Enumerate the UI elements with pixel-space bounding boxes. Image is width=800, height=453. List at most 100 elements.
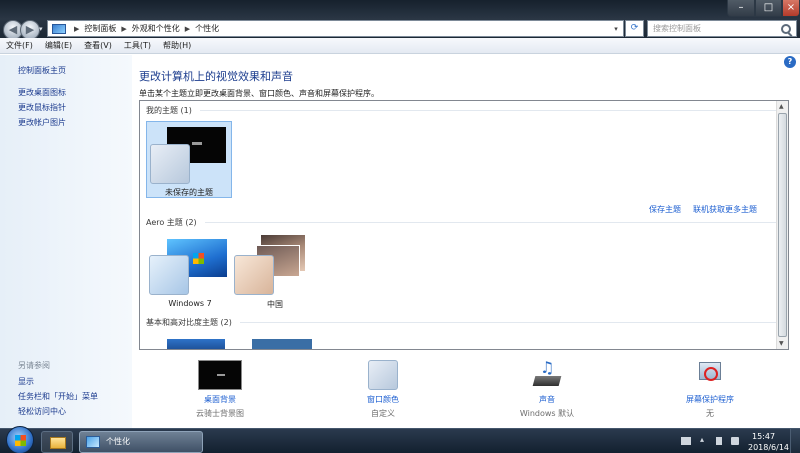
start-button[interactable] <box>6 426 34 453</box>
theme-color-swatch <box>234 255 274 295</box>
windows-logo-icon <box>193 253 204 264</box>
theme-list-scrollbar[interactable]: ▲ ▼ <box>776 101 788 349</box>
window-color-value: 自定义 <box>371 409 395 418</box>
see-also-heading: 另请参阅 <box>18 361 50 370</box>
window-color-item[interactable]: 窗口颜色 自定义 <box>323 360 443 419</box>
close-button[interactable]: × <box>782 0 800 17</box>
sidebar-link-ease-of-access[interactable]: 轻松访问中心 <box>18 406 66 417</box>
theme-tile-china[interactable]: 中国 <box>231 233 319 313</box>
breadcrumb-control-panel[interactable]: 控制面板 <box>84 23 116 34</box>
window-color-link[interactable]: 窗口颜色 <box>323 394 443 405</box>
sidebar-link-control-panel-home[interactable]: 控制面板主页 <box>18 65 66 76</box>
menu-bar: 文件(F) 编辑(E) 查看(V) 工具(T) 帮助(H) <box>0 38 800 54</box>
theme-tile-unsaved[interactable]: 未保存的主题 <box>146 121 232 198</box>
control-panel-icon <box>52 23 66 34</box>
screensaver-value: 无 <box>706 409 714 418</box>
theme-tile-windows7[interactable]: Windows 7 <box>146 233 234 313</box>
network-icon[interactable] <box>681 437 691 445</box>
sidebar-link-taskbar-start[interactable]: 任务栏和「开始」菜单 <box>18 391 98 402</box>
action-center-flag-icon[interactable] <box>716 437 722 445</box>
desktop-background-item[interactable]: 桌面背景 云骑士背景图 <box>160 360 280 419</box>
menu-view[interactable]: 查看(V) <box>78 40 118 51</box>
sidebar-link-account-picture[interactable]: 更改帐户图片 <box>18 117 66 128</box>
breadcrumb-separator-icon: ▶ <box>121 24 127 33</box>
scroll-up-icon[interactable]: ▲ <box>779 103 784 110</box>
sidebar: 控制面板主页 更改桌面图标 更改鼠标指针 更改帐户图片 另请参阅 显示 任务栏和… <box>0 55 132 428</box>
help-icon[interactable]: ? <box>784 56 796 68</box>
personalization-window: – □ × ◀ ▶ ▾ ▶ 控制面板 ▶ 外观和个性化 ▶ 个性化 ▾ ⟳ 文件… <box>0 0 800 428</box>
theme-label-unsaved: 未保存的主题 <box>165 188 213 197</box>
desktop-background-thumb[interactable] <box>198 360 242 390</box>
desktop-background-link[interactable]: 桌面背景 <box>160 394 280 405</box>
menu-tools[interactable]: 工具(T) <box>118 40 157 51</box>
sounds-value: Windows 默认 <box>519 409 575 418</box>
group-header-my-themes: 我的主题 (1) <box>146 105 780 116</box>
group-divider <box>239 322 785 323</box>
sidebar-link-desktop-icons[interactable]: 更改桌面图标 <box>18 87 66 98</box>
wallpaper-logo-icon <box>192 142 202 145</box>
music-note-icon: ♫ <box>540 358 555 377</box>
group-title: Aero 主题 (2) <box>146 218 197 227</box>
taskbar: 个性化 ▴ 15:47 2018/6/14 <box>0 426 800 453</box>
save-theme-link[interactable]: 保存主题 <box>649 204 681 215</box>
sidebar-link-mouse-pointer[interactable]: 更改鼠标指针 <box>18 102 66 113</box>
breadcrumb-appearance[interactable]: 外观和个性化 <box>132 23 180 34</box>
group-divider <box>199 110 780 111</box>
forward-button[interactable]: ▶ <box>20 20 40 40</box>
theme-label-china: 中国 <box>267 300 283 309</box>
get-more-themes-link[interactable]: 联机获取更多主题 <box>693 204 757 215</box>
menu-edit[interactable]: 编辑(E) <box>39 40 78 51</box>
theme-label-windows7: Windows 7 <box>168 299 212 308</box>
volume-icon[interactable] <box>731 437 739 445</box>
wallpaper-logo-icon <box>217 374 225 376</box>
folder-icon <box>50 437 66 449</box>
group-title: 我的主题 (1) <box>146 106 192 115</box>
screensaver-icon[interactable] <box>697 360 723 390</box>
desktop-background-value: 云骑士背景图 <box>196 409 244 418</box>
page-subtitle: 单击某个主题立即更改桌面背景、窗口颜色、声音和屏幕保护程序。 <box>139 89 379 98</box>
search-box[interactable] <box>647 20 797 37</box>
sounds-item[interactable]: ♫ 声音 Windows 默认 <box>487 360 607 419</box>
screensaver-link[interactable]: 屏幕保护程序 <box>650 394 770 405</box>
minimize-button[interactable]: – <box>727 0 755 17</box>
maximize-button[interactable]: □ <box>755 0 782 17</box>
search-input[interactable] <box>648 21 778 36</box>
screensaver-item[interactable]: 屏幕保护程序 无 <box>650 360 770 419</box>
breadcrumb-personalization[interactable]: 个性化 <box>195 23 219 34</box>
breadcrumb-separator-icon: ▶ <box>74 24 80 33</box>
keyboard-icon <box>532 376 562 386</box>
window-color-thumb[interactable] <box>368 360 398 390</box>
scroll-down-icon[interactable]: ▼ <box>779 340 784 347</box>
clock-date[interactable]: 2018/6/14 <box>748 443 789 452</box>
taskbar-task-personalization[interactable]: 个性化 <box>79 431 203 453</box>
show-hidden-icons-icon[interactable]: ▴ <box>700 435 710 444</box>
task-label: 个性化 <box>106 437 130 446</box>
page-title: 更改计算机上的视觉效果和声音 <box>139 70 293 83</box>
group-header-aero: Aero 主题 (2) <box>146 217 785 228</box>
theme-color-swatch <box>149 255 189 295</box>
scrollbar-thumb[interactable] <box>778 113 787 337</box>
menu-help[interactable]: 帮助(H) <box>157 40 197 51</box>
search-icon[interactable] <box>781 23 791 34</box>
theme-tile-basic[interactable] <box>167 339 225 349</box>
no-symbol-icon <box>704 367 718 381</box>
theme-tile-basic-classic[interactable] <box>252 339 312 349</box>
group-title: 基本和高对比度主题 (2) <box>146 318 232 327</box>
taskbar-explorer-button[interactable] <box>41 431 73 453</box>
group-divider <box>204 222 785 223</box>
personalization-icon <box>86 436 100 448</box>
breadcrumb-separator-icon: ▶ <box>184 24 191 33</box>
clock-time[interactable]: 15:47 <box>752 432 775 441</box>
group-header-basic: 基本和高对比度主题 (2) <box>146 317 785 328</box>
sounds-link[interactable]: 声音 <box>487 394 607 405</box>
show-desktop-button[interactable] <box>790 429 800 453</box>
address-bar[interactable]: ▶ 控制面板 ▶ 外观和个性化 ▶ 个性化 ▾ <box>47 20 624 37</box>
title-bar: – □ × ◀ ▶ ▾ ▶ 控制面板 ▶ 外观和个性化 ▶ 个性化 ▾ ⟳ <box>0 0 800 40</box>
address-dropdown-icon[interactable]: ▾ <box>609 25 623 33</box>
refresh-button[interactable]: ⟳ <box>625 20 644 37</box>
sounds-icon[interactable]: ♫ <box>532 360 562 390</box>
menu-file[interactable]: 文件(F) <box>0 40 39 51</box>
recent-pages-dropdown-icon[interactable]: ▾ <box>39 25 43 33</box>
theme-color-swatch <box>150 144 190 184</box>
sidebar-link-display[interactable]: 显示 <box>18 376 34 387</box>
